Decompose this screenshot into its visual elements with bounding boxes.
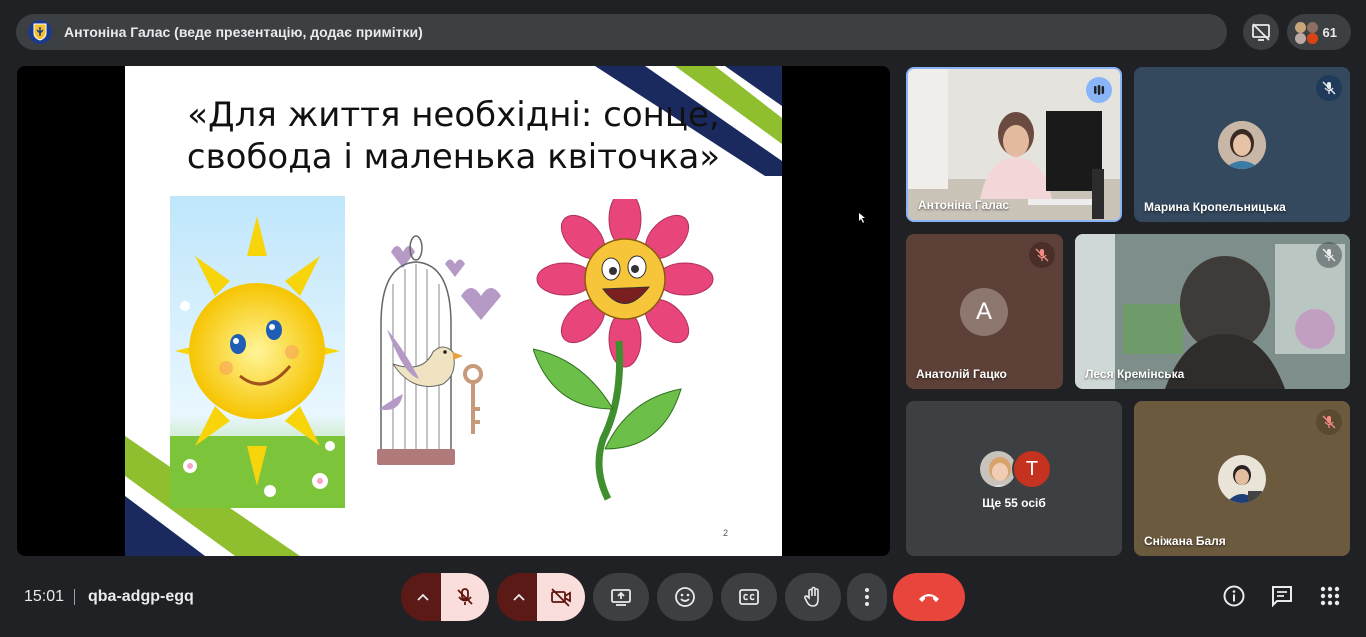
mic-off-indicator	[1316, 75, 1342, 101]
avatar: А	[960, 288, 1008, 336]
meeting-time: 15:01	[24, 588, 65, 605]
participant-mini-avatar	[1307, 33, 1318, 44]
chat-icon	[1272, 586, 1292, 608]
chevron-up-icon	[513, 593, 525, 601]
slide-page-number: 2	[723, 528, 729, 538]
participant-tile[interactable]: Леся Кремінська	[1075, 234, 1350, 389]
presentation-off-button[interactable]	[1243, 14, 1279, 50]
emblem-icon	[28, 20, 52, 44]
raise-hand-button[interactable]	[785, 573, 841, 621]
mouse-cursor-icon	[859, 213, 865, 223]
mic-off-icon	[1035, 248, 1049, 262]
presentation-stage: «Для життя необхідні: сонце, свобода і м…	[17, 66, 890, 556]
avatar: Т	[1012, 449, 1052, 489]
speaking-indicator	[1086, 77, 1112, 103]
audio-settings-button[interactable]	[401, 573, 445, 621]
activities-button[interactable]	[1316, 582, 1344, 610]
captions-icon	[739, 589, 759, 605]
info-icon	[1223, 585, 1245, 607]
avatar	[1218, 455, 1266, 503]
captions-button[interactable]	[721, 573, 777, 621]
mic-off-icon	[1322, 415, 1336, 429]
participant-name: Анатолій Гацко	[916, 367, 1007, 381]
participant-tile[interactable]: Марина Кропельницька	[1134, 67, 1350, 222]
camera-off-icon	[551, 588, 571, 607]
hangup-icon	[919, 594, 939, 602]
participant-mini-avatar	[1295, 33, 1306, 44]
video-settings-button[interactable]	[497, 573, 541, 621]
slide-title-line-1: «Для життя необхідні: сонце,	[187, 95, 720, 135]
participant-mini-avatar	[1307, 22, 1318, 33]
mic-off-icon	[1322, 81, 1336, 95]
apps-icon	[1320, 586, 1340, 606]
more-options-button[interactable]	[847, 573, 887, 621]
birdcage-illustration	[377, 235, 501, 465]
participant-count: 61	[1322, 24, 1337, 40]
present-screen-icon	[611, 589, 631, 606]
mic-off-icon	[1322, 248, 1336, 262]
divider	[74, 589, 75, 605]
camera-toggle-button[interactable]	[537, 573, 585, 621]
mic-toggle-button[interactable]	[441, 573, 489, 621]
slide-title-line-2: свобода і маленька квіточка»	[186, 137, 721, 177]
more-icon	[865, 588, 869, 606]
participant-mini-avatar	[1295, 22, 1306, 33]
meeting-code: qba-adgp-egq	[88, 588, 194, 605]
sun-illustration	[170, 196, 345, 508]
emoji-icon	[675, 587, 695, 607]
participant-tile[interactable]: А Анатолій Гацко	[906, 234, 1063, 389]
chevron-up-icon	[417, 593, 429, 601]
participant-name: Антоніна Галас	[918, 198, 1010, 212]
participant-name: Сніжана Баля	[1144, 534, 1226, 548]
chat-button[interactable]	[1268, 582, 1296, 610]
reactions-button[interactable]	[657, 573, 713, 621]
raise-hand-icon	[804, 586, 819, 607]
presentation-off-icon	[1252, 23, 1270, 41]
presenter-banner: Антоніна Галас (веде презентацію, додає …	[16, 14, 1227, 50]
others-count-label: Ще 55 осіб	[982, 496, 1046, 510]
participant-name: Леся Кремінська	[1085, 367, 1185, 381]
avatar	[1218, 121, 1266, 169]
mic-off-indicator	[1316, 409, 1342, 435]
present-screen-button[interactable]	[593, 573, 649, 621]
slide-title: «Для життя необхідні: сонце, свобода і м…	[125, 94, 782, 178]
participant-tile[interactable]: Сніжана Баля	[1134, 401, 1350, 556]
audio-level-icon	[1094, 85, 1105, 95]
participant-name: Марина Кропельницька	[1144, 200, 1286, 214]
participant-video	[1075, 234, 1350, 389]
participant-tile-presenter[interactable]: Антоніна Галас	[906, 67, 1122, 222]
leave-call-button[interactable]	[893, 573, 965, 621]
participants-button[interactable]: 61	[1287, 14, 1351, 50]
meeting-details-button[interactable]	[1220, 582, 1248, 610]
presenter-title: Антоніна Галас (веде презентацію, додає …	[64, 24, 423, 40]
mic-off-indicator	[1316, 242, 1342, 268]
flower-illustration	[533, 199, 714, 501]
mic-off-indicator	[1029, 242, 1055, 268]
mic-off-icon	[457, 588, 473, 605]
others-tile[interactable]: Т Ще 55 осіб	[906, 401, 1122, 556]
presentation-slide: «Для життя необхідні: сонце, свобода і м…	[125, 66, 782, 556]
